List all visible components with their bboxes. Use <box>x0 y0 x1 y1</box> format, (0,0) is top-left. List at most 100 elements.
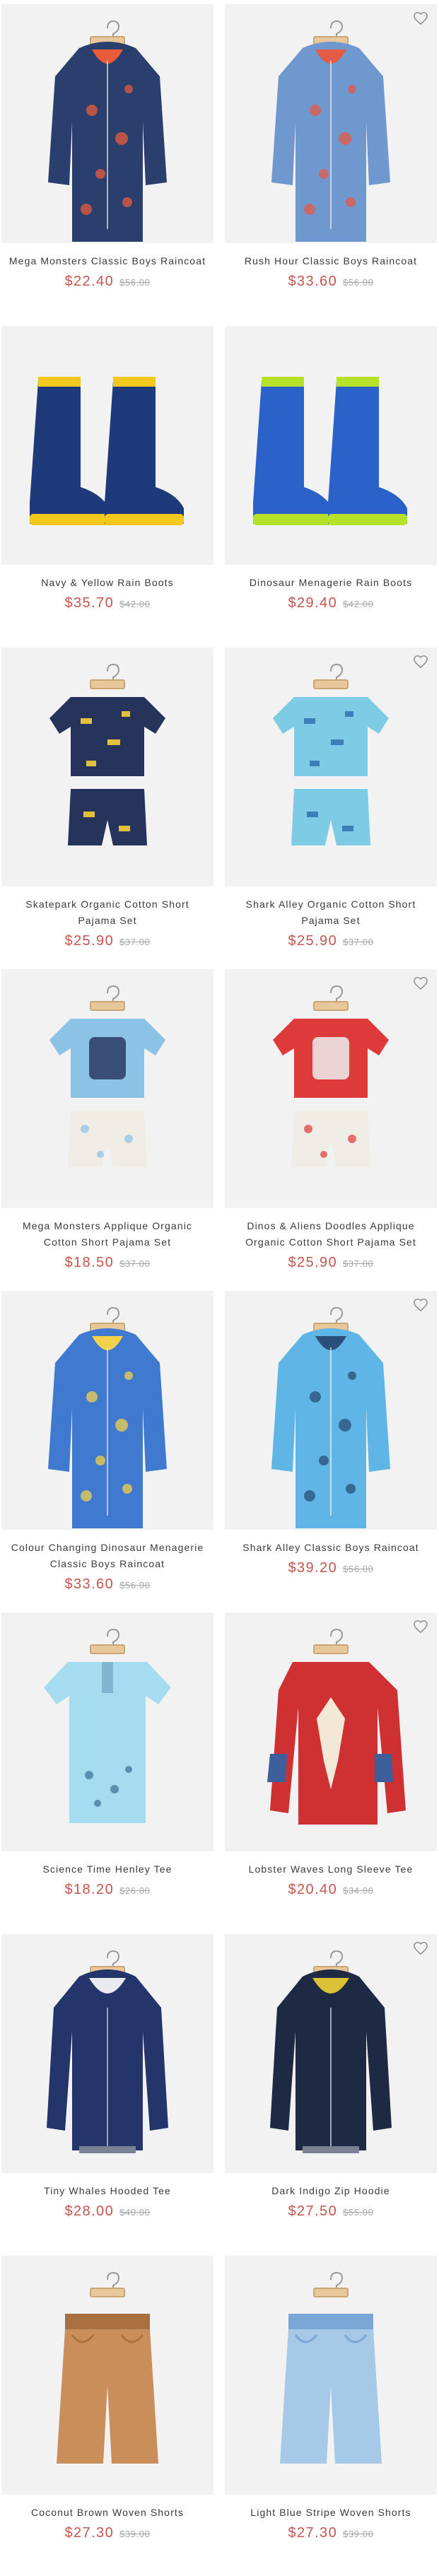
product-card[interactable]: Lobster Waves Long Sleeve Tee $20.40 $34.… <box>225 1612 437 1900</box>
original-price: $39.00 <box>119 2529 151 2539</box>
original-price: $40.00 <box>119 2207 151 2218</box>
hanger <box>313 1628 349 1654</box>
wishlist-heart-icon[interactable] <box>413 11 428 25</box>
product-card[interactable]: Rush Hour Classic Boys Raincoat $33.60 $5… <box>225 4 437 292</box>
product-card[interactable]: Dinosaur Menagerie Rain Boots $29.40 $42.… <box>225 326 437 614</box>
product-name[interactable]: Colour Changing Dinosaur Menagerie Class… <box>1 1540 213 1572</box>
hanger <box>90 985 125 1011</box>
product-card[interactable]: Shark Alley Classic Boys Raincoat $39.20… <box>225 1291 437 1579</box>
hanger <box>90 20 125 46</box>
hanger <box>90 2271 125 2297</box>
product-image[interactable] <box>1 648 213 886</box>
product-card[interactable]: Science Time Henley Tee $18.20 $26.00 <box>1 1612 213 1900</box>
product-prices: $22.40 $56.00 <box>1 272 213 292</box>
product-name[interactable]: Tiny Whales Hooded Tee <box>1 2183 213 2199</box>
product-name[interactable]: Mega Monsters Classic Boys Raincoat <box>1 253 213 269</box>
sale-price: $25.90 <box>288 933 338 949</box>
sale-price: $33.60 <box>64 1576 115 1592</box>
product-card[interactable]: Coconut Brown Woven Shorts $27.30 $39.00 <box>1 2256 213 2543</box>
product-name[interactable]: Shark Alley Organic Cotton Short Pajama … <box>225 896 437 929</box>
product-image[interactable] <box>1 1934 213 2173</box>
product-image[interactable] <box>1 1291 213 1530</box>
sale-price: $27.30 <box>64 2525 115 2541</box>
sale-price: $29.40 <box>288 595 338 611</box>
sale-price: $28.00 <box>64 2203 115 2219</box>
original-price: $56.00 <box>343 277 374 288</box>
original-price: $56.00 <box>343 1564 374 1574</box>
product-name[interactable]: Dinos & Aliens Doodles Applique Organic … <box>225 1218 437 1251</box>
product-card[interactable]: Skatepark Organic Cotton Short Pajama Se… <box>1 648 213 952</box>
sale-price: $27.30 <box>288 2525 338 2541</box>
product-card[interactable]: Tiny Whales Hooded Tee $28.00 $40.00 <box>1 1934 213 2222</box>
product-prices: $18.20 $26.00 <box>1 1880 213 1900</box>
hanger <box>90 1628 125 1654</box>
wishlist-heart-icon[interactable] <box>413 976 428 990</box>
product-prices: $25.90 $37.00 <box>225 932 437 952</box>
original-price: $42.00 <box>119 599 151 609</box>
hanger <box>90 663 125 689</box>
product-image[interactable] <box>1 2256 213 2495</box>
product-illustration <box>271 1306 390 1528</box>
product-card[interactable]: Mega Monsters Classic Boys Raincoat $22.… <box>1 4 213 292</box>
product-name[interactable]: Light Blue Stripe Woven Shorts <box>225 2505 437 2521</box>
product-image[interactable] <box>225 1291 437 1530</box>
product-name[interactable]: Navy & Yellow Rain Boots <box>1 575 213 591</box>
wishlist-heart-icon[interactable] <box>413 1620 428 1634</box>
original-price: $37.00 <box>119 1258 151 1269</box>
product-image[interactable] <box>225 4 437 243</box>
product-card[interactable]: Shark Alley Organic Cotton Short Pajama … <box>225 648 437 952</box>
product-card[interactable]: Mega Monsters Applique Organic Cotton Sh… <box>1 969 213 1273</box>
product-image[interactable] <box>1 1612 213 1851</box>
product-card[interactable]: Dinos & Aliens Doodles Applique Organic … <box>225 969 437 1273</box>
product-image[interactable] <box>225 1612 437 1851</box>
product-name[interactable]: Lobster Waves Long Sleeve Tee <box>225 1861 437 1878</box>
product-image[interactable] <box>225 648 437 886</box>
sale-price: $25.90 <box>64 933 115 949</box>
product-name[interactable]: Dinosaur Menagerie Rain Boots <box>225 575 437 591</box>
product-name[interactable]: Coconut Brown Woven Shorts <box>1 2505 213 2521</box>
wishlist-heart-icon[interactable] <box>413 1941 428 1955</box>
wishlist-heart-icon[interactable] <box>413 655 428 669</box>
hanger <box>313 2271 349 2297</box>
original-price: $42.00 <box>343 599 374 609</box>
product-prices: $33.60 $56.00 <box>1 1575 213 1595</box>
product-image[interactable] <box>1 969 213 1208</box>
product-image[interactable] <box>225 2256 437 2495</box>
product-prices: $20.40 $34.00 <box>225 1880 437 1900</box>
original-price: $55.00 <box>343 2207 374 2218</box>
original-price: $34.00 <box>343 1885 374 1896</box>
sale-price: $18.50 <box>64 1255 115 1270</box>
sale-price: $39.20 <box>288 1560 338 1576</box>
product-image[interactable] <box>1 4 213 243</box>
product-image[interactable] <box>225 969 437 1208</box>
product-card[interactable]: Light Blue Stripe Woven Shorts $27.30 $39… <box>225 2256 437 2543</box>
product-prices: $33.60 $56.00 <box>225 272 437 292</box>
product-name[interactable]: Dark Indigo Zip Hoodie <box>225 2183 437 2199</box>
product-prices: $27.30 $39.00 <box>1 2524 213 2543</box>
product-prices: $29.40 $42.00 <box>225 594 437 614</box>
product-name[interactable]: Shark Alley Classic Boys Raincoat <box>225 1540 437 1556</box>
product-prices: $39.20 $56.00 <box>225 1559 437 1579</box>
product-card[interactable]: Colour Changing Dinosaur Menagerie Class… <box>1 1291 213 1595</box>
original-price: $37.00 <box>119 937 151 947</box>
product-prices: $25.90 $37.00 <box>225 1253 437 1273</box>
product-name[interactable]: Skatepark Organic Cotton Short Pajama Se… <box>1 896 213 929</box>
product-prices: $27.50 $55.00 <box>225 2202 437 2222</box>
hanger <box>313 20 349 46</box>
product-card[interactable]: Dark Indigo Zip Hoodie $27.50 $55.00 <box>225 1934 437 2222</box>
product-image[interactable] <box>225 1934 437 2173</box>
product-name[interactable]: Mega Monsters Applique Organic Cotton Sh… <box>1 1218 213 1251</box>
product-illustration <box>267 1628 406 1825</box>
original-price: $56.00 <box>119 277 151 288</box>
hanger <box>313 985 349 1011</box>
wishlist-heart-icon[interactable] <box>413 1298 428 1312</box>
product-prices: $18.50 $37.00 <box>1 1253 213 1273</box>
product-image[interactable] <box>225 326 437 565</box>
product-name[interactable]: Rush Hour Classic Boys Raincoat <box>225 253 437 269</box>
product-prices: $35.70 $42.00 <box>1 594 213 614</box>
product-name[interactable]: Science Time Henley Tee <box>1 1861 213 1878</box>
product-card[interactable]: Navy & Yellow Rain Boots $35.70 $42.00 <box>1 326 213 614</box>
product-illustration <box>57 2271 158 2464</box>
product-image[interactable] <box>1 326 213 565</box>
product-illustration <box>253 377 407 525</box>
